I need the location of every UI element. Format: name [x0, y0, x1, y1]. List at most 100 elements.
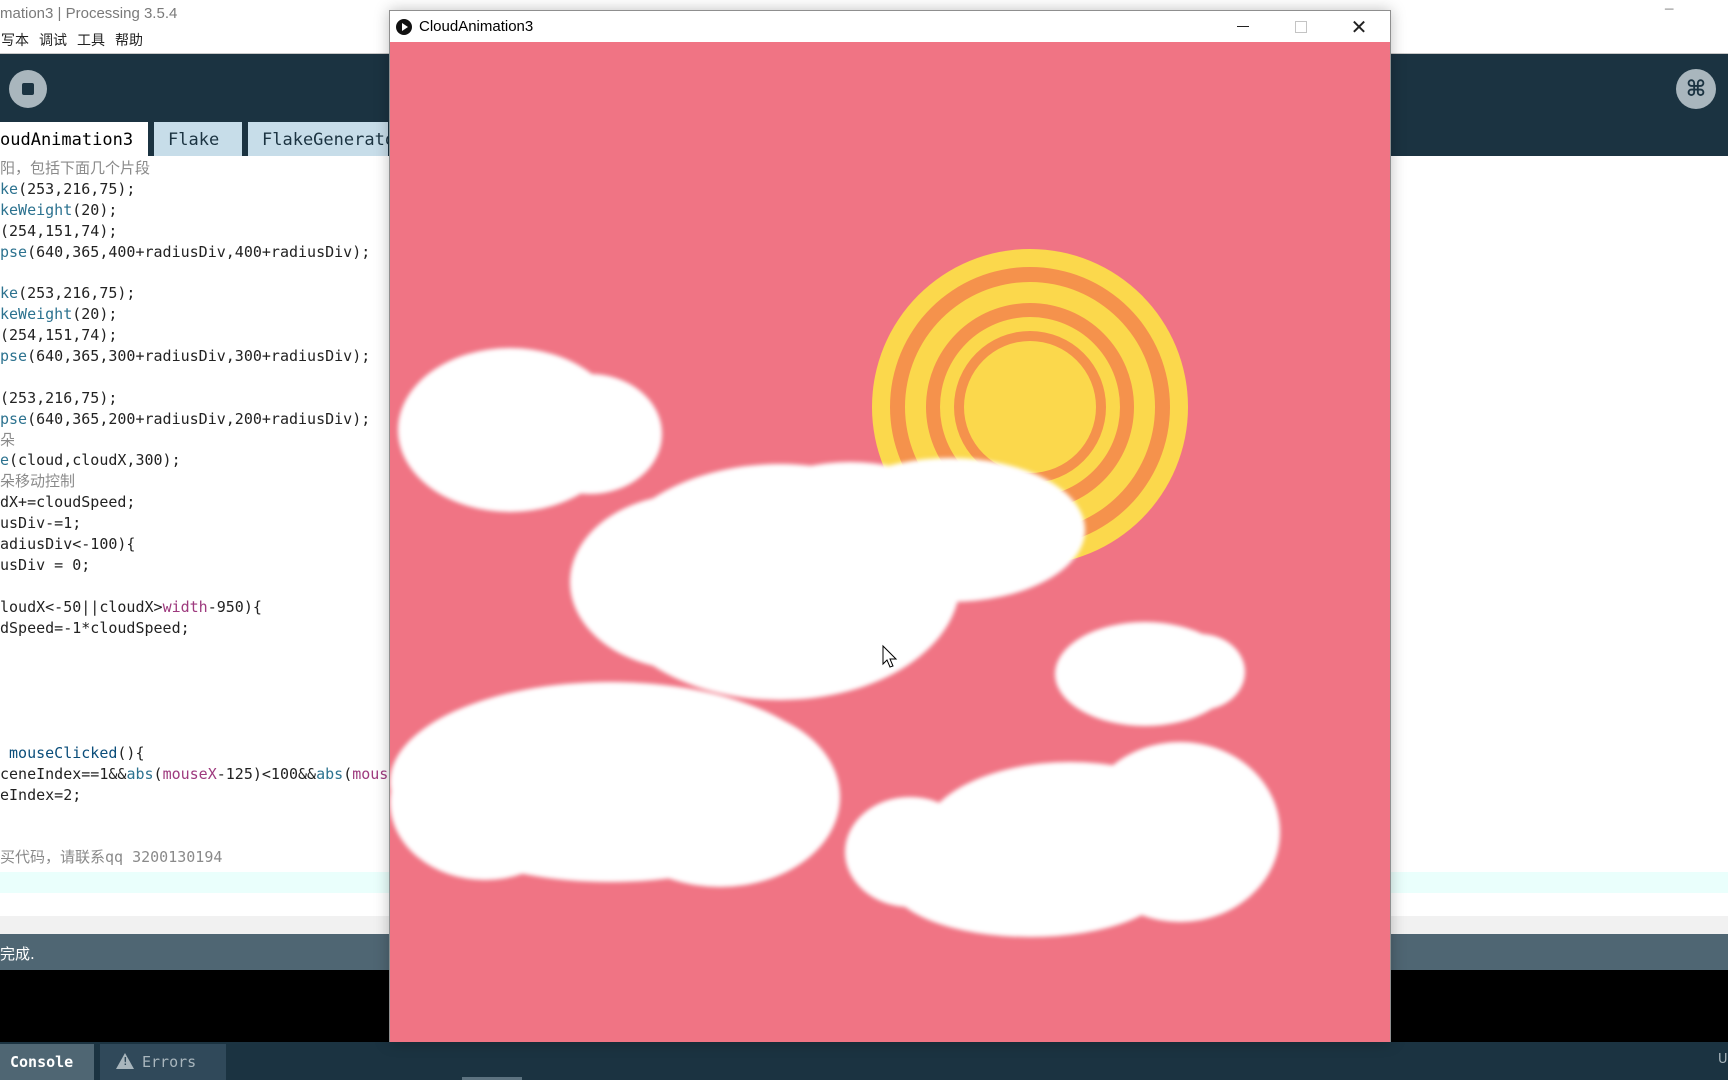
close-icon: ✕ [1350, 14, 1368, 39]
code-text: 阳，包括下面几个片段 ke(253,216,75); keWeight(20); (2… [0, 158, 388, 868]
code-line: pse(640,365,400+radiusDiv,400+radiusDiv)… [0, 242, 388, 263]
code-token: (640,365,400+radiusDiv,400+radiusDiv); [27, 242, 371, 261]
mode-selector-button[interactable]: ⌘ [1676, 69, 1716, 109]
code-token: loudX<-50||cloudX> [0, 597, 163, 616]
code-token: ( [153, 764, 163, 783]
code-line: eIndex=2; [0, 785, 388, 806]
code-token: (253,216,75); [18, 179, 136, 198]
code-token: ceneIndex==1&& [0, 764, 127, 783]
minimize-icon [1237, 26, 1249, 27]
code-line: dSpeed=-1*cloudSpeed; [0, 618, 388, 639]
menu-debug[interactable]: 调试 [38, 30, 68, 52]
code-token: 阳，包括下面几个片段 [0, 159, 151, 177]
sketch-minimize-button[interactable] [1214, 11, 1272, 42]
sun-core [964, 341, 1096, 473]
code-token: ke [0, 284, 19, 303]
tab-flakegenerator[interactable]: FlakeGenerato [248, 122, 388, 156]
code-line: pse(640,365,200+radiusDiv,200+radiusDiv)… [0, 409, 388, 430]
code-line: 买代码，请联系qq 3200130194 [0, 847, 388, 868]
code-token: width [162, 597, 208, 616]
code-line: keWeight(20); [0, 304, 388, 325]
menu-sketch[interactable]: 写本 [0, 30, 30, 52]
code-token: (){ [117, 743, 145, 762]
code-token: eIndex=2; [0, 785, 82, 804]
code-token: (254,151,74); [0, 326, 118, 345]
code-token: usDiv = 0; [0, 555, 91, 574]
code-line: (254,151,74); [0, 221, 388, 242]
ide-menubar: 写本 调试 工具 帮助 [0, 30, 144, 52]
code-token: mouseClicked [0, 743, 118, 762]
tab-errors[interactable]: Errors [100, 1044, 226, 1080]
code-token: -125)<100&& [216, 764, 317, 783]
code-token: 朵移动控制 [0, 472, 76, 491]
code-token: (253,216,75); [18, 284, 136, 303]
code-token: 朵 [0, 430, 16, 449]
code-token: ( [343, 764, 353, 783]
code-line: loudX<-50||cloudX>width-950){ [0, 597, 388, 618]
code-token: (20); [72, 305, 118, 324]
code-token: (cloud,cloudX,300); [9, 451, 181, 470]
code-token: (253,216,75); [0, 388, 118, 407]
code-token: pse [0, 347, 28, 366]
stop-button[interactable] [9, 70, 47, 108]
sketch-titlebar[interactable]: CloudAnimation3 ✕ [390, 11, 1390, 42]
code-token: ke [0, 179, 19, 198]
code-token: abs [316, 764, 344, 783]
code-line: adiusDiv<-100){ [0, 534, 388, 555]
tab-console[interactable]: Console [0, 1044, 94, 1080]
code-line: mouseClicked(){ [0, 743, 388, 764]
maximize-icon [1295, 20, 1307, 33]
code-line: e(cloud,cloudX,300); [0, 450, 388, 471]
sketch-canvas[interactable] [390, 42, 1390, 1042]
code-token: adiusDiv<-100){ [0, 535, 136, 554]
sketch-window: CloudAnimation3 ✕ [389, 10, 1391, 1042]
menu-help[interactable]: 帮助 [114, 30, 144, 52]
code-token: mouseX [162, 764, 217, 783]
code-line: usDiv-=1; [0, 513, 388, 534]
console-tabs-bar: Console Errors U [0, 1042, 1728, 1080]
code-token: usDiv-=1; [0, 514, 82, 533]
code-token: dSpeed=-1*cloudSpeed; [0, 618, 190, 637]
code-line: dX+=cloudSpeed; [0, 492, 388, 513]
sketch-close-button[interactable]: ✕ [1330, 11, 1388, 42]
code-token: pse [0, 242, 28, 261]
code-line: (253,216,75); [0, 388, 388, 409]
code-token: e [0, 451, 10, 470]
tab-cloudanimation3[interactable]: oudAnimation3 [0, 122, 148, 156]
code-line: 朵 [0, 430, 388, 451]
code-line: keWeight(20); [0, 200, 388, 221]
code-token: dX+=cloudSpeed; [0, 493, 136, 512]
tab-flake[interactable]: Flake [154, 122, 242, 156]
warning-icon [116, 1053, 134, 1069]
code-token: (20); [72, 200, 118, 219]
code-token: (640,365,300+radiusDiv,300+radiusDiv); [27, 347, 371, 366]
processing-run-icon [396, 19, 412, 35]
code-line: ceneIndex==1&&abs(mouseX-125)<100&&abs(m… [0, 764, 388, 785]
code-line: ke(253,216,75); [0, 283, 388, 304]
canvas-drawing [390, 42, 1390, 1042]
code-token: mous [352, 764, 389, 783]
ide-minimize-button[interactable]: ─ [1665, 2, 1681, 18]
code-line: ke(253,216,75); [0, 179, 388, 200]
code-line: pse(640,365,300+radiusDiv,300+radiusDiv)… [0, 346, 388, 367]
status-message: 完成. [0, 945, 35, 963]
bottom-right-label: U [1718, 1052, 1728, 1067]
code-token: abs [126, 764, 154, 783]
ide-window-title: mation3 | Processing 3.5.4 [0, 5, 178, 22]
code-token: 买代码，请联系qq 3200130194 [0, 848, 223, 867]
errors-tab-label: Errors [142, 1053, 197, 1071]
sketch-maximize-button[interactable] [1272, 11, 1330, 42]
code-line: (254,151,74); [0, 325, 388, 346]
menu-tools[interactable]: 工具 [76, 30, 106, 52]
code-line: usDiv = 0; [0, 555, 388, 576]
stop-icon [22, 83, 34, 95]
code-token: keWeight [0, 200, 73, 219]
